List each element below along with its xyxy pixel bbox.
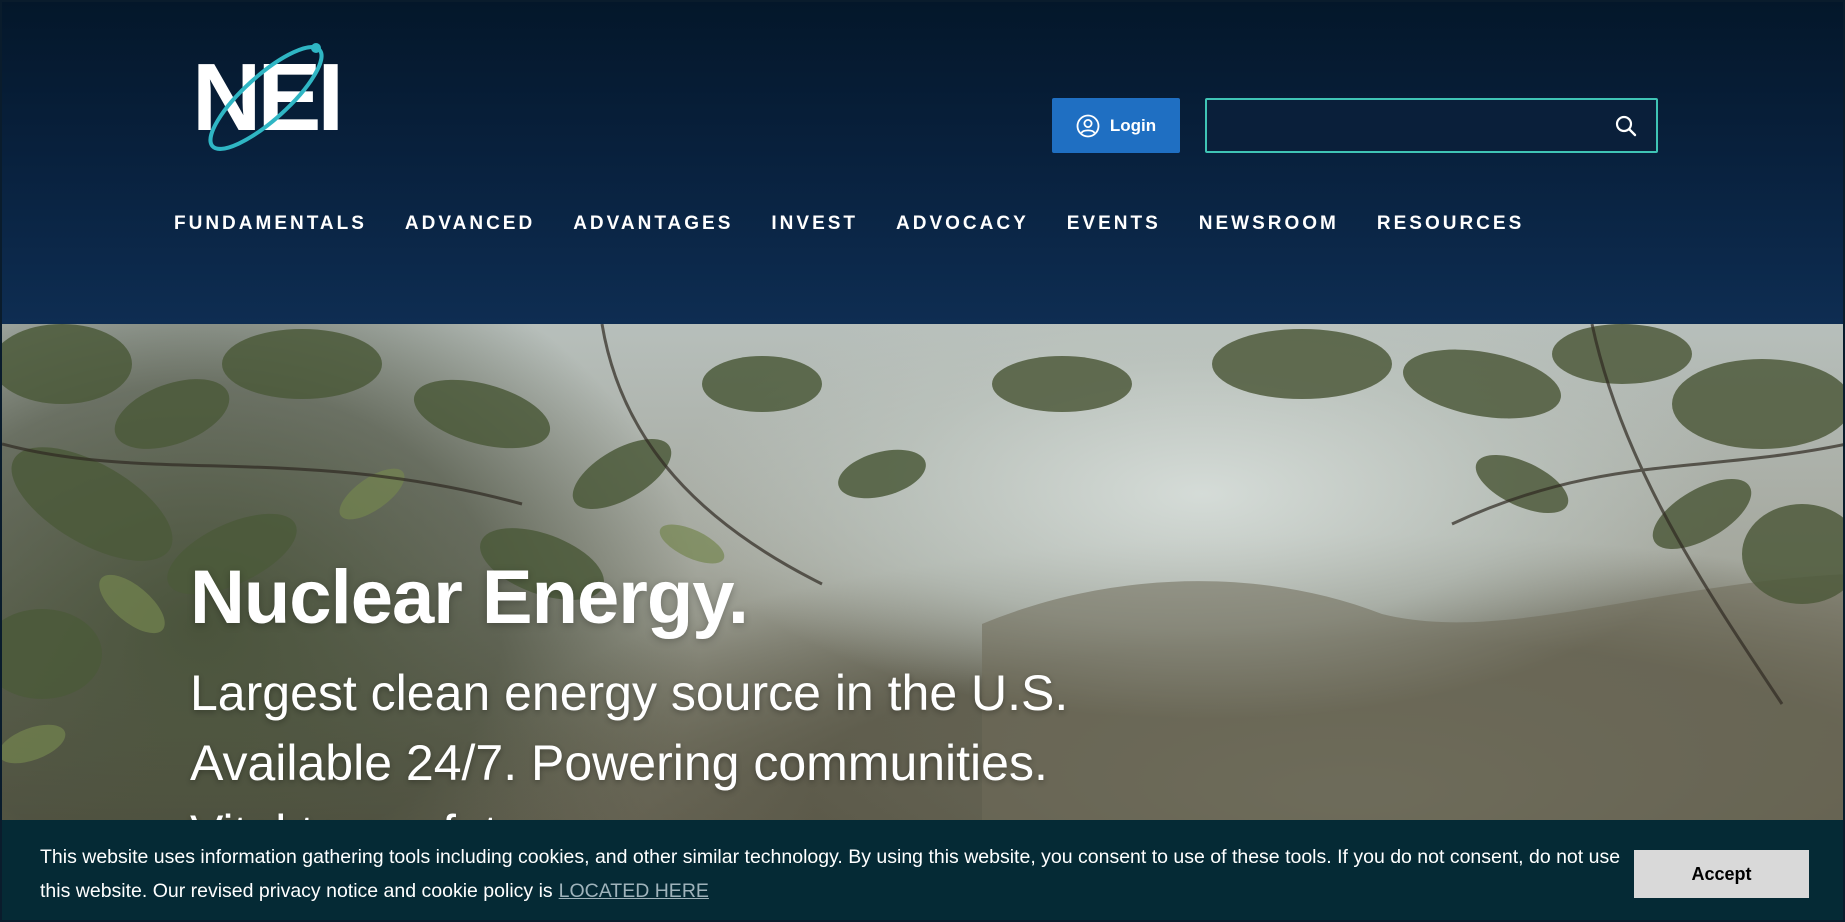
accept-cookies-button[interactable]: Accept [1634,850,1809,898]
search-box [1205,98,1658,153]
login-label: Login [1109,115,1157,135]
cookie-consent-banner: This website uses information gathering … [2,820,1843,920]
privacy-policy-link[interactable]: LOCATED HERE [559,880,709,902]
hero-title: Nuclear Energy. [190,555,749,640]
site-header: NEI Login FUNDAMENTALS ADVANCED ADVANTAG… [2,2,1843,324]
nav-item-advocacy[interactable]: ADVOCACY [896,210,1029,240]
cookie-message-text: This website uses information gathering … [40,846,1621,902]
search-input[interactable] [1207,100,1597,151]
nav-item-resources[interactable]: RESOURCES [1377,210,1524,240]
hero-tagline-1: Largest clean energy source in the U.S. [190,665,1069,721]
login-button[interactable]: Login [1052,98,1180,153]
nav-item-newsroom[interactable]: NEWSROOM [1199,210,1339,240]
cookie-message: This website uses information gathering … [40,840,1635,908]
page: NEI Login FUNDAMENTALS ADVANCED ADVANTAG… [0,0,1845,922]
hero-tagline-2: Available 24/7. Powering communities. [190,735,1048,791]
nav-item-events[interactable]: EVENTS [1067,210,1161,240]
logo-orbit-icon [208,43,324,151]
nav-item-invest[interactable]: INVEST [771,210,858,240]
nav-item-advanced[interactable]: ADVANCED [405,210,535,240]
user-circle-icon [1076,114,1100,138]
search-icon[interactable] [1614,114,1638,138]
main-nav: FUNDAMENTALS ADVANCED ADVANTAGES INVEST … [174,210,1562,240]
nei-logo[interactable]: NEI [188,40,344,160]
nav-item-advantages[interactable]: ADVANTAGES [573,210,733,240]
nav-item-fundamentals[interactable]: FUNDAMENTALS [174,210,367,240]
